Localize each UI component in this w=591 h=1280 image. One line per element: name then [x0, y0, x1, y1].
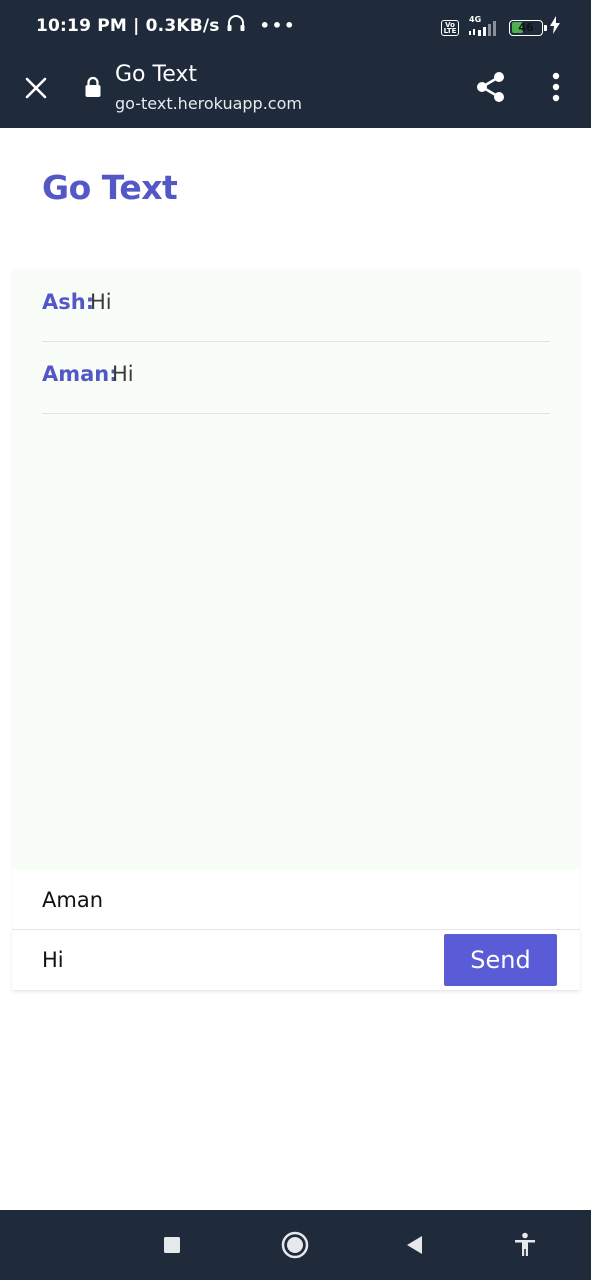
- message-author: Aman:: [42, 362, 118, 386]
- more-options-button[interactable]: [540, 70, 572, 104]
- network-type: 4G: [469, 14, 482, 24]
- message-input[interactable]: [42, 944, 422, 976]
- browser-url[interactable]: go-text.herokuapp.com: [115, 94, 302, 113]
- signal-icon: 4G: [465, 14, 499, 38]
- browser-toolbar: Go Text go-text.herokuapp.com: [0, 52, 591, 128]
- message-text: Hi: [112, 362, 134, 386]
- list-item: Aman: Hi: [42, 342, 550, 414]
- recents-button[interactable]: [155, 1228, 189, 1262]
- close-icon: [25, 77, 47, 99]
- recents-square-icon: [164, 1237, 180, 1253]
- battery-icon: 46: [509, 19, 547, 36]
- battery-level: 46: [518, 20, 534, 34]
- headphone-icon: [226, 14, 246, 37]
- close-tab-button[interactable]: [20, 72, 52, 104]
- volte-icon: Vo LTE: [441, 19, 459, 36]
- battery-tip: [544, 24, 547, 31]
- lock-icon: [84, 76, 102, 98]
- accessibility-icon: [515, 1232, 535, 1256]
- back-button[interactable]: [398, 1228, 432, 1262]
- share-icon: [477, 72, 504, 102]
- status-left: 10:19 PM | 0.3KB/s •••: [36, 14, 296, 37]
- more-vert-icon: [552, 72, 560, 102]
- send-button[interactable]: Send: [444, 934, 557, 986]
- accessibility-button[interactable]: [508, 1228, 542, 1262]
- message-text: Hi: [90, 290, 112, 314]
- charging-bolt-icon: [549, 16, 561, 39]
- name-input[interactable]: [42, 884, 442, 916]
- home-button[interactable]: [278, 1228, 312, 1262]
- home-circle-icon: [281, 1231, 309, 1259]
- name-row: [12, 870, 580, 930]
- back-triangle-icon: [407, 1236, 422, 1254]
- status-bar: 10:19 PM | 0.3KB/s ••• Vo LTE 4G 46: [0, 0, 591, 52]
- browser-page-title: Go Text: [115, 62, 197, 87]
- navigation-bar: [0, 1210, 591, 1280]
- page-title: Go Text: [42, 168, 178, 207]
- share-button[interactable]: [474, 70, 508, 104]
- status-right: Vo LTE 4G 46: [441, 14, 561, 39]
- message-row: Send: [12, 930, 580, 990]
- message-author: Ash:: [42, 290, 95, 314]
- list-item: Ash: Hi: [42, 270, 550, 342]
- web-content: Go Text Ash: Hi Aman: Hi Send: [0, 128, 591, 1210]
- status-time-speed: 10:19 PM | 0.3KB/s: [36, 15, 220, 36]
- overflow-dots-icon: •••: [259, 16, 297, 35]
